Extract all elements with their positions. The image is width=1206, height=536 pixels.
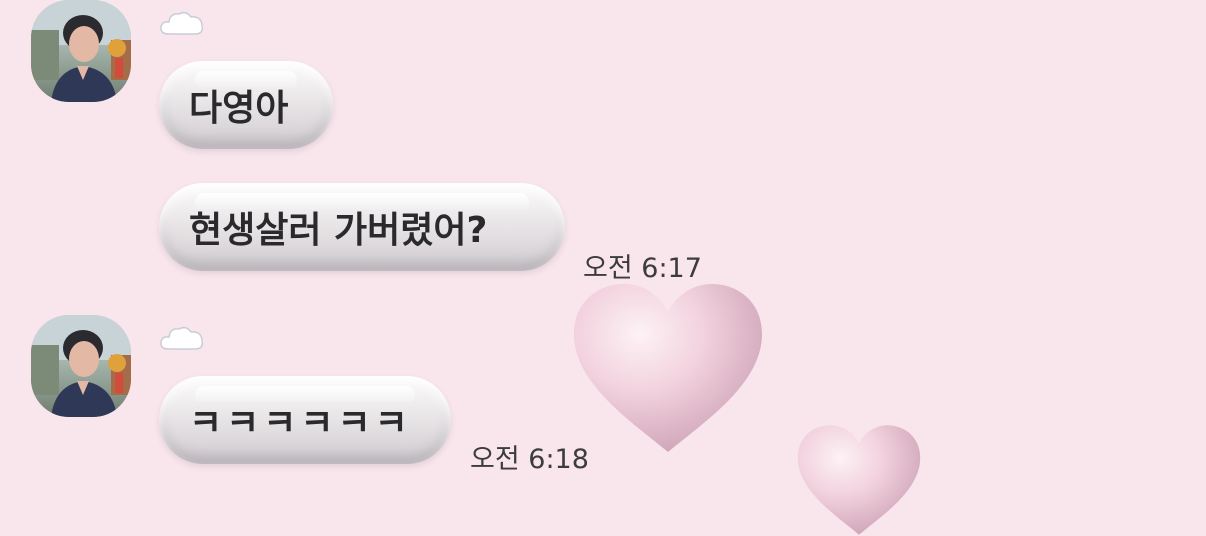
cloud-icon bbox=[160, 11, 204, 35]
message-bubble[interactable]: 현생살러 가버렸어? bbox=[159, 183, 565, 271]
sender-avatar[interactable] bbox=[31, 315, 131, 417]
sender-avatar[interactable] bbox=[31, 0, 131, 102]
cloud-icon bbox=[160, 326, 204, 350]
heart-icon bbox=[574, 284, 762, 452]
heart-icon bbox=[797, 425, 921, 535]
message-text: 다영아 bbox=[189, 88, 289, 129]
message-text: 현생살러 가버렸어? bbox=[189, 210, 488, 251]
message-timestamp: 오전 6:17 bbox=[583, 253, 702, 284]
message-text: ㅋㅋㅋㅋㅋㅋ bbox=[189, 403, 412, 444]
message-bubble[interactable]: ㅋㅋㅋㅋㅋㅋ bbox=[159, 376, 451, 464]
message-bubble[interactable]: 다영아 bbox=[159, 61, 333, 149]
